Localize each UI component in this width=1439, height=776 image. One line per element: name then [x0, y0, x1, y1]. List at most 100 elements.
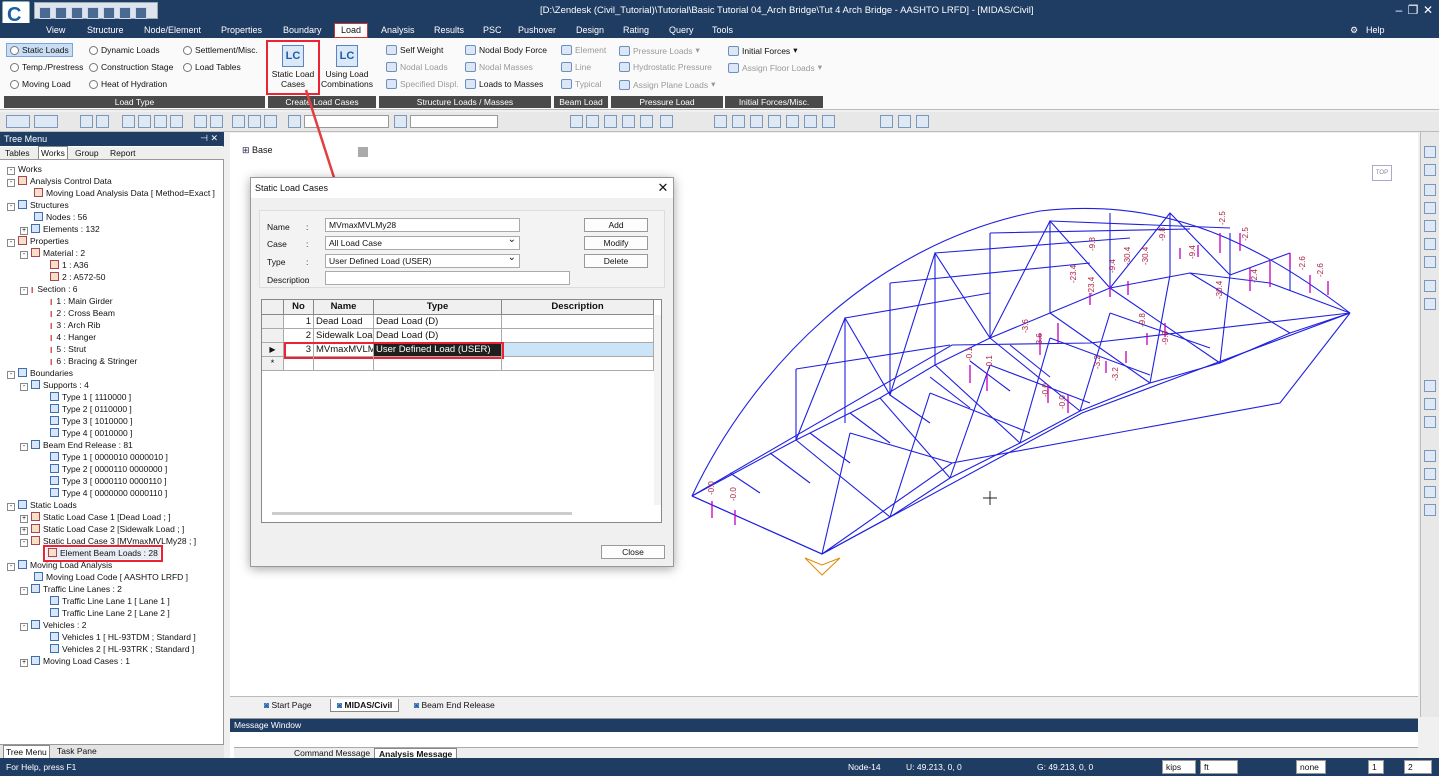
save-icon[interactable]	[87, 7, 99, 19]
assign-plane-loads-button[interactable]: Assign Plane Loads ▾	[619, 79, 715, 90]
tree-item-section-1[interactable]: I1 : Main Girder	[50, 296, 113, 308]
zoom-window-icon[interactable]	[1424, 450, 1436, 462]
menu-structure[interactable]: Structure	[87, 25, 124, 35]
view-iso-icon[interactable]	[1424, 146, 1436, 158]
initial-forces-button[interactable]: Initial Forces ▾	[728, 45, 797, 56]
zoom-in-icon[interactable]	[1424, 380, 1436, 392]
close-button[interactable]: Close	[601, 545, 665, 559]
collapse-icon[interactable]: -	[7, 203, 15, 211]
select-polygon-icon[interactable]	[122, 115, 135, 128]
tab-start-page[interactable]: ◙ Start Page	[258, 699, 318, 711]
nodal-masses-button[interactable]: Nodal Masses	[465, 62, 533, 72]
open-folder-icon[interactable]	[55, 7, 67, 19]
settlement-misc-option[interactable]: Settlement/Misc.	[183, 45, 258, 55]
zoom-window-icon[interactable]	[732, 115, 745, 128]
assign-floor-loads-button[interactable]: Assign Floor Loads ▾	[728, 62, 822, 73]
tree-item-support-type-2[interactable]: Type 2 [ 0110000 ]	[50, 404, 132, 415]
play-icon[interactable]	[622, 115, 635, 128]
menu-view[interactable]: View	[46, 25, 65, 35]
dialog-close-icon[interactable]: ✕	[655, 179, 671, 197]
tab-task-pane[interactable]: Task Pane	[57, 746, 97, 756]
tab-works[interactable]: Works	[38, 146, 68, 159]
tree-item-support-type-1[interactable]: Type 1 [ 1110000 ]	[50, 392, 131, 403]
heat-of-hydration-option[interactable]: Heat of Hydration	[89, 79, 167, 89]
select-volume-icon[interactable]	[170, 115, 183, 128]
activate-icon[interactable]	[232, 115, 245, 128]
view-right-icon[interactable]	[1424, 256, 1436, 268]
menu-node-element[interactable]: Node/Element	[144, 25, 201, 35]
property-combo[interactable]	[410, 115, 498, 128]
cell-no[interactable]: 2	[284, 329, 314, 343]
cell-no[interactable]	[284, 357, 314, 371]
display-icon[interactable]	[1424, 280, 1436, 292]
tab-command-message[interactable]: Command Message	[290, 748, 374, 758]
unselect-icon[interactable]	[194, 115, 207, 128]
cell-description[interactable]	[502, 329, 654, 343]
inactivate-icon[interactable]	[248, 115, 261, 128]
page-number-input[interactable]: 1	[1368, 760, 1384, 774]
collapse-icon[interactable]: -	[20, 623, 28, 631]
shrink-icon[interactable]	[640, 115, 653, 128]
collapse-icon[interactable]: -	[20, 383, 28, 391]
tree-item-beam-end-release[interactable]: - Beam End Release : 81	[20, 440, 133, 451]
expand-icon[interactable]: +	[20, 527, 28, 535]
forward-arrow-icon[interactable]	[34, 115, 58, 128]
move-icon[interactable]	[604, 115, 617, 128]
activate-all-icon[interactable]	[264, 115, 277, 128]
tree-item-properties[interactable]: - Properties	[7, 236, 69, 247]
tree-item-support-type-3[interactable]: Type 3 [ 1010000 ]	[50, 416, 132, 427]
load-cases-table[interactable]: No Name Type Description 1 Dead Load Dea…	[261, 299, 662, 523]
tree-item-works[interactable]: - Works	[7, 164, 42, 175]
tab-tree-menu[interactable]: Tree Menu	[3, 745, 50, 758]
static-loads-option[interactable]: Static Loads	[6, 43, 73, 57]
expand-icon[interactable]: +	[20, 227, 28, 235]
column-header-description[interactable]: Description	[502, 300, 654, 315]
collapse-icon[interactable]: -	[7, 179, 15, 187]
tree-item-material[interactable]: - Material : 2	[20, 248, 85, 259]
tab-tables[interactable]: Tables	[5, 148, 30, 158]
collapse-icon[interactable]: -	[7, 167, 15, 175]
clipboard-icon[interactable]	[916, 115, 929, 128]
load-tables-option[interactable]: Load Tables	[183, 62, 241, 72]
tab-report[interactable]: Report	[110, 148, 136, 158]
length-unit-select[interactable]: ft	[1200, 760, 1238, 774]
close-icon[interactable]: ✕	[1421, 3, 1435, 17]
tree-item-traffic-lanes[interactable]: - Traffic Line Lanes : 2	[20, 584, 122, 595]
tree-item-section-2[interactable]: I2 : Cross Beam	[50, 308, 115, 320]
tree-item-boundaries[interactable]: - Boundaries	[7, 368, 73, 379]
tree-item-static-loads[interactable]: - Static Loads	[7, 500, 77, 511]
mode-select[interactable]: none	[1296, 760, 1326, 774]
tree-item-elements[interactable]: + Elements : 132	[20, 224, 100, 235]
collapse-icon[interactable]: -	[7, 371, 15, 379]
menu-results[interactable]: Results	[434, 25, 464, 35]
tree-item-moving-load-cases[interactable]: + Moving Load Cases : 1	[20, 656, 130, 667]
monitor-icon[interactable]	[786, 115, 799, 128]
pan-icon[interactable]	[1424, 416, 1436, 428]
description-input[interactable]	[325, 271, 570, 285]
pointer-icon[interactable]	[394, 115, 407, 128]
tab-midas-civil[interactable]: ◙ MIDAS/Civil	[330, 699, 400, 712]
expand-icon[interactable]: +	[20, 515, 28, 523]
tree-item-load-case-2[interactable]: + Static Load Case 2 [Sidewalk Load ; ]	[20, 524, 184, 535]
menu-analysis[interactable]: Analysis	[381, 25, 415, 35]
case-select[interactable]: All Load Case	[325, 236, 520, 250]
help-icon[interactable]: ⚙	[1350, 25, 1358, 36]
add-button[interactable]: Add	[584, 218, 648, 232]
rotate-icon[interactable]	[1424, 398, 1436, 410]
cell-type[interactable]	[374, 357, 502, 371]
tree-item-material-1[interactable]: 1 : A36	[50, 260, 88, 271]
minimize-icon[interactable]: –	[1392, 3, 1406, 17]
grid-icon[interactable]	[570, 115, 583, 128]
view-back-icon[interactable]	[1424, 220, 1436, 232]
cell-description[interactable]	[502, 315, 654, 329]
cell-name[interactable]: Dead Load	[314, 315, 374, 329]
force-unit-select[interactable]: kips	[1162, 760, 1196, 774]
menu-boundary[interactable]: Boundary	[283, 25, 322, 35]
tree-item-moving-load-analysis-data[interactable]: Moving Load Analysis Data [ Method=Exact…	[34, 188, 215, 199]
loads-to-masses-button[interactable]: Loads to Masses	[465, 79, 543, 89]
zoom-fit-icon[interactable]	[1424, 468, 1436, 480]
tree-item-supports[interactable]: - Supports : 4	[20, 380, 89, 391]
open-file-icon[interactable]	[71, 7, 83, 19]
dynamic-loads-option[interactable]: Dynamic Loads	[89, 45, 160, 55]
collapse-icon[interactable]: -	[20, 287, 28, 295]
